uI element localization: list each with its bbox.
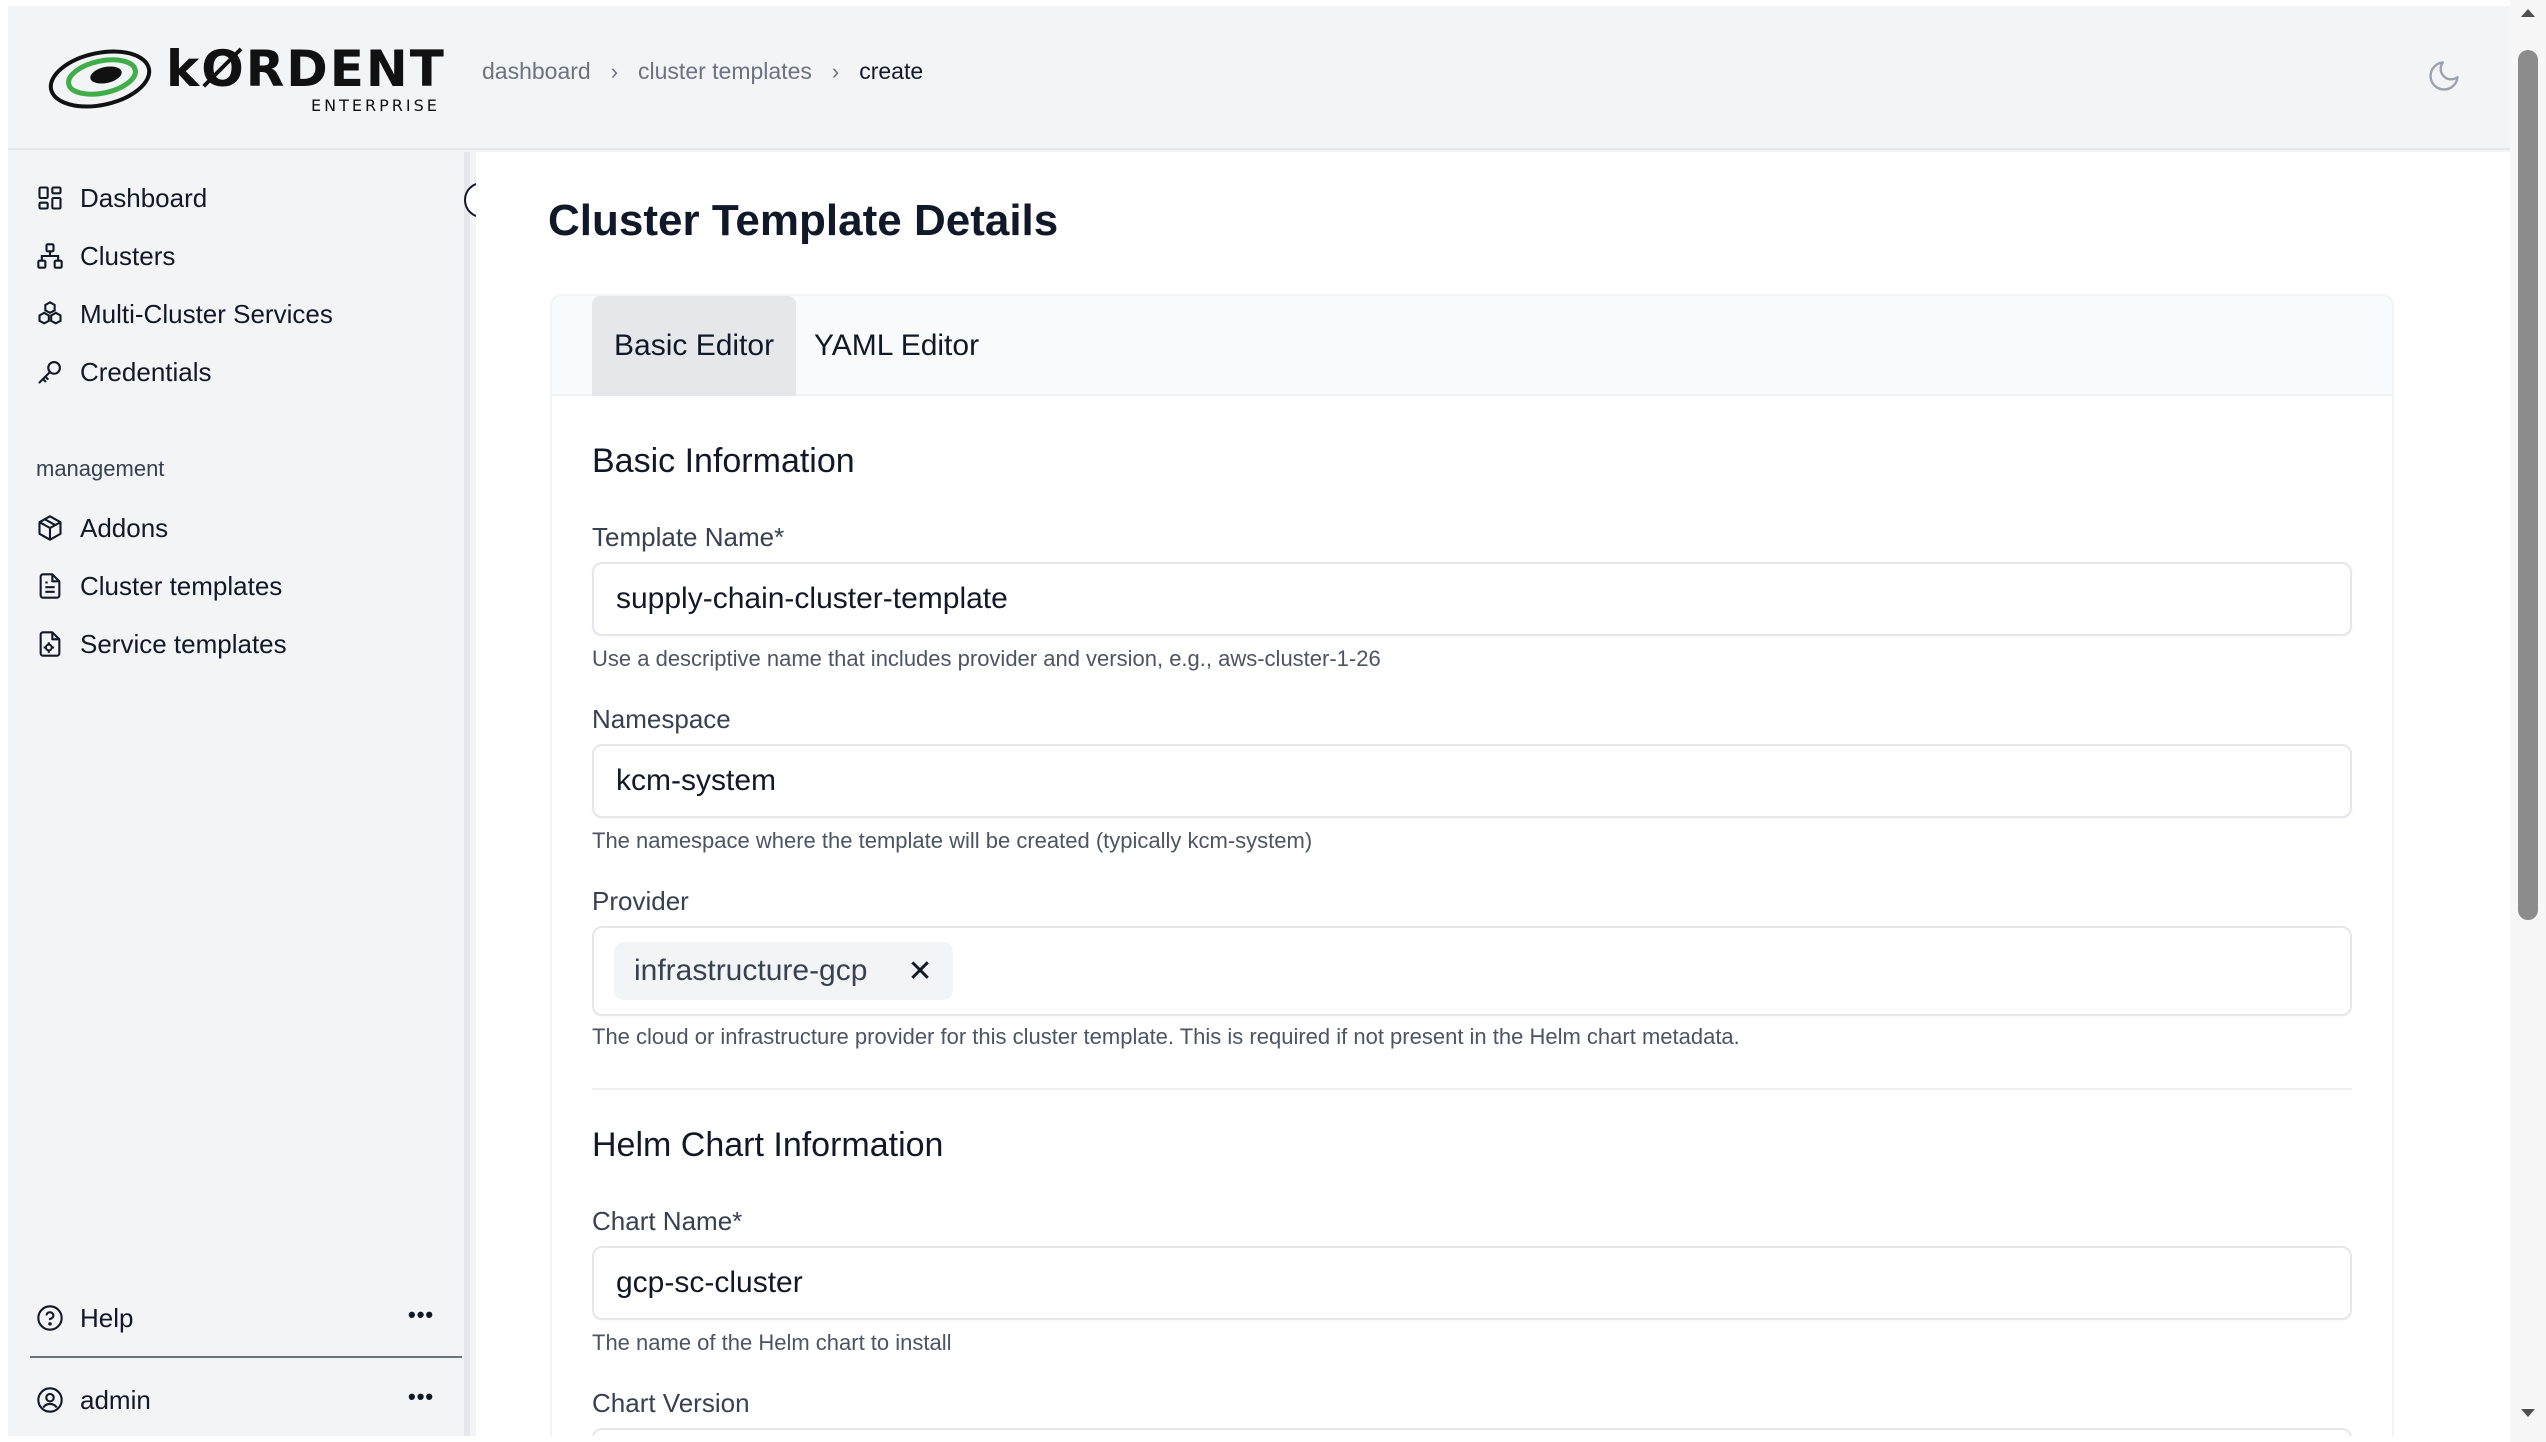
tab-basic-editor[interactable]: Basic Editor — [592, 296, 797, 396]
namespace-hint: The namespace where the template will be… — [592, 828, 1313, 853]
file-text-icon — [39, 573, 61, 599]
clusters-network-icon — [37, 243, 63, 269]
breadcrumb-create: create — [859, 58, 924, 84]
breadcrumb-dashboard[interactable]: dashboard — [482, 58, 591, 85]
sidebar-item-credentials[interactable]: Credentials — [36, 352, 212, 392]
remove-chip-icon[interactable]: ✕ — [907, 954, 932, 989]
template-name-label: Template Name* — [592, 522, 785, 552]
sidebar-item-label: Dashboard — [80, 182, 208, 213]
chart-name-input[interactable]: gcp-sc-cluster — [592, 1246, 2352, 1320]
sidebar-item-label: Service templates — [80, 628, 287, 659]
sidebar-item-help[interactable]: Help — [36, 1298, 133, 1338]
scroll-up-arrow-icon[interactable] — [2518, 6, 2538, 20]
multi-cluster-icon — [38, 301, 62, 325]
sidebar: Dashboard Clusters Multi-Cluster Service… — [8, 152, 470, 1436]
user-more-button[interactable]: ••• — [408, 1384, 434, 1410]
chart-name-hint: The name of the Helm chart to install — [592, 1330, 952, 1355]
package-icon — [38, 515, 62, 541]
sidebar-item-service-templates[interactable]: Service templates — [36, 624, 287, 664]
scrollbar-thumb[interactable] — [2518, 50, 2538, 920]
key-icon — [38, 361, 61, 384]
sidebar-item-cluster-templates[interactable]: Cluster templates — [36, 566, 282, 606]
main-content: Cluster Template Details Basic Editor YA… — [476, 152, 2518, 1436]
sidebar-item-clusters[interactable]: Clusters — [36, 236, 175, 276]
moon-icon[interactable] — [2426, 58, 2462, 94]
section-basic-information: Basic Information — [592, 442, 855, 480]
sidebar-section-management: management — [36, 456, 165, 481]
sidebar-item-multi-cluster-services[interactable]: Multi-Cluster Services — [36, 294, 333, 334]
kordent-logo[interactable]: kØRDENT ENTERPRISE — [46, 34, 446, 124]
sidebar-item-label: Clusters — [80, 240, 176, 271]
provider-select[interactable]: infrastructure-gcp ✕ — [592, 926, 2352, 1016]
provider-label: Provider — [592, 886, 689, 916]
sidebar-item-dashboard[interactable]: Dashboard — [36, 178, 207, 218]
breadcrumb: dashboard › cluster templates › create — [482, 58, 923, 85]
section-helm-chart-information: Helm Chart Information — [592, 1126, 944, 1164]
app-frame: kØRDENT ENTERPRISE dashboard › cluster t… — [8, 6, 2518, 1436]
sidebar-divider — [30, 1356, 462, 1358]
breadcrumb-cluster-templates[interactable]: cluster templates — [638, 58, 812, 85]
sidebar-item-label: Cluster templates — [80, 570, 283, 601]
chart-name-label: Chart Name* — [592, 1206, 743, 1236]
help-more-button[interactable]: ••• — [408, 1302, 434, 1328]
namespace-label: Namespace — [592, 704, 731, 734]
chevron-right-icon: › — [610, 58, 619, 84]
chevron-right-icon: › — [831, 58, 840, 84]
help-label: Help — [80, 1302, 134, 1333]
top-header: kØRDENT ENTERPRISE dashboard › cluster t… — [8, 6, 2518, 150]
section-divider — [592, 1088, 2352, 1090]
editor-tabs: Basic Editor YAML Editor — [552, 296, 2392, 396]
provider-hint: The cloud or infrastructure provider for… — [592, 1024, 1740, 1049]
sidebar-item-addons[interactable]: Addons — [36, 508, 168, 548]
page-title: Cluster Template Details — [548, 196, 1059, 245]
kordent-logo-icon — [48, 49, 152, 109]
sidebar-item-user[interactable]: admin — [36, 1380, 151, 1420]
chart-version-label: Chart Version — [592, 1388, 750, 1418]
provider-chip: infrastructure-gcp ✕ — [614, 942, 953, 1000]
sidebar-item-label: Addons — [80, 512, 169, 543]
tab-yaml-editor[interactable]: YAML Editor — [792, 296, 1001, 396]
user-label: admin — [80, 1384, 151, 1415]
sidebar-item-label: Multi-Cluster Services — [80, 298, 333, 329]
namespace-input[interactable]: kcm-system — [592, 744, 2352, 818]
scroll-down-arrow-icon[interactable] — [2518, 1406, 2538, 1420]
logo-subtitle: ENTERPRISE — [311, 96, 440, 115]
sidebar-item-label: Credentials — [80, 356, 212, 387]
template-name-input[interactable]: supply-chain-cluster-template — [592, 562, 2352, 636]
logo-wordmark: kØRDENT — [166, 40, 446, 98]
template-details-card: Basic Editor YAML Editor Basic Informati… — [550, 294, 2394, 1436]
provider-chip-label: infrastructure-gcp — [634, 954, 868, 987]
user-circle-icon — [37, 1387, 63, 1413]
dashboard-grid-icon — [38, 186, 62, 210]
chart-version-input[interactable] — [592, 1428, 2352, 1436]
help-circle-icon — [37, 1305, 63, 1331]
file-settings-icon — [39, 631, 61, 657]
template-name-hint: Use a descriptive name that includes pro… — [592, 646, 1381, 671]
